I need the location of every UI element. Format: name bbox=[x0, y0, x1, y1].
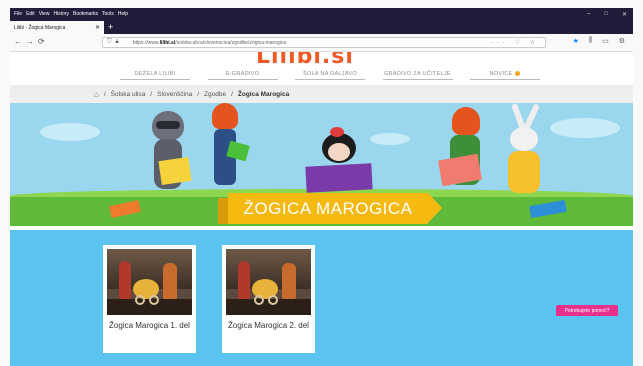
tab-strip: Lilibi - Žogica Marogica ✕ + bbox=[10, 20, 633, 34]
menu-tools[interactable]: Tools bbox=[102, 11, 114, 17]
raccoon-character-icon bbox=[148, 111, 192, 201]
nav-novice[interactable]: NOVICE bbox=[470, 68, 540, 80]
new-tab-icon[interactable]: + bbox=[108, 21, 113, 33]
browser-window: File Edit View History Bookmarks Tools H… bbox=[0, 0, 643, 366]
shield-icon: ⛉ bbox=[107, 39, 112, 45]
back-icon[interactable]: ← bbox=[14, 37, 22, 46]
settings-icon[interactable]: ⚙ bbox=[619, 37, 625, 45]
close-window-icon[interactable]: ✕ bbox=[622, 11, 627, 18]
nav-sola-na-daljavo[interactable]: ŠOLA NA DALJAVO bbox=[295, 68, 365, 80]
episode-thumbnail[interactable] bbox=[226, 249, 311, 315]
library-icon[interactable]: ⫼ bbox=[589, 37, 592, 45]
maximize-icon[interactable]: □ bbox=[604, 11, 608, 17]
episode-thumbnail[interactable] bbox=[107, 249, 192, 315]
breadcrumb: ⌂ / Šolska ulica / Slovenščina / Zgodbe … bbox=[10, 85, 633, 103]
menu-help[interactable]: Help bbox=[118, 11, 128, 17]
web-page: Lilibi.si DEŽELA LILIBI E-GRADIVO ŠOLA N… bbox=[10, 52, 633, 366]
reload-icon[interactable]: ⟳ bbox=[38, 37, 45, 46]
page-actions-icon[interactable]: ··· ♡ ☆ bbox=[491, 39, 539, 46]
menu-bar: File Edit View History Bookmarks Tools H… bbox=[10, 8, 633, 20]
episode-title[interactable]: Žogica Marogica 1. del bbox=[107, 321, 192, 331]
breadcrumb-current: Žogica Marogica bbox=[237, 90, 290, 98]
help-button[interactable]: Potrebujete pomoč? bbox=[556, 305, 618, 316]
rabbit-character-icon bbox=[498, 103, 548, 203]
lock-icon: 🔒︎ bbox=[115, 39, 119, 45]
fox-reader-character-icon bbox=[438, 107, 490, 197]
forward-icon[interactable]: → bbox=[26, 37, 34, 46]
breadcrumb-zgodbe[interactable]: Zgodbe bbox=[204, 91, 226, 98]
fox-character-icon bbox=[206, 103, 250, 195]
url-text: https://www.lilibi.si/solska-ulica/slove… bbox=[132, 39, 287, 46]
episodes-section: Žogica Marogica 1. del Žogica Marogica 2… bbox=[10, 230, 633, 366]
home-icon[interactable]: ⌂ bbox=[94, 90, 99, 99]
nav-dezela-lilibi[interactable]: DEŽELA LILIBI bbox=[120, 68, 190, 80]
menu-view[interactable]: View bbox=[39, 11, 50, 17]
episode-card-1[interactable]: Žogica Marogica 1. del bbox=[103, 245, 196, 353]
breadcrumb-solska-ulica[interactable]: Šolska ulica bbox=[111, 91, 146, 98]
menu-bookmarks[interactable]: Bookmarks bbox=[73, 11, 98, 17]
site-header: Lilibi.si bbox=[10, 52, 633, 69]
menu-edit[interactable]: Edit bbox=[26, 11, 35, 17]
nav-gradivo-za-ucitelje[interactable]: GRADIVO ZA UČITELJE bbox=[382, 68, 453, 80]
news-badge-icon bbox=[515, 71, 521, 77]
child-character-icon bbox=[300, 127, 380, 193]
url-bar[interactable]: ⛉ 🔒︎ https://www.lilibi.si/solska-ulica/… bbox=[102, 37, 546, 48]
tab-title: Lilibi - Žogica Marogica bbox=[14, 24, 66, 31]
hero-title: ŽOGICA MAROGICA bbox=[218, 193, 442, 224]
close-tab-icon[interactable]: ✕ bbox=[95, 24, 100, 31]
bookmark-star-icon[interactable]: ★ bbox=[573, 37, 579, 45]
episode-card-2[interactable]: Žogica Marogica 2. del bbox=[222, 245, 315, 353]
site-nav: DEŽELA LILIBI E-GRADIVO ŠOLA NA DALJAVO … bbox=[120, 68, 540, 82]
minimize-icon[interactable]: – bbox=[587, 11, 590, 17]
tab-active[interactable]: Lilibi - Žogica Marogica ✕ bbox=[10, 21, 104, 34]
sidebar-icon[interactable]: ▭ bbox=[602, 37, 609, 45]
site-logo[interactable]: Lilibi.si bbox=[256, 52, 354, 69]
episode-title[interactable]: Žogica Marogica 2. del bbox=[226, 321, 311, 331]
nav-e-gradivo[interactable]: E-GRADIVO bbox=[207, 68, 278, 80]
menu-file[interactable]: File bbox=[14, 11, 22, 17]
nav-toolbar: ← → ⟳ ⛉ 🔒︎ https://www.lilibi.si/solska-… bbox=[10, 34, 633, 52]
breadcrumb-slovenscina[interactable]: Slovenščina bbox=[157, 91, 192, 98]
menu-history[interactable]: History bbox=[53, 11, 69, 17]
